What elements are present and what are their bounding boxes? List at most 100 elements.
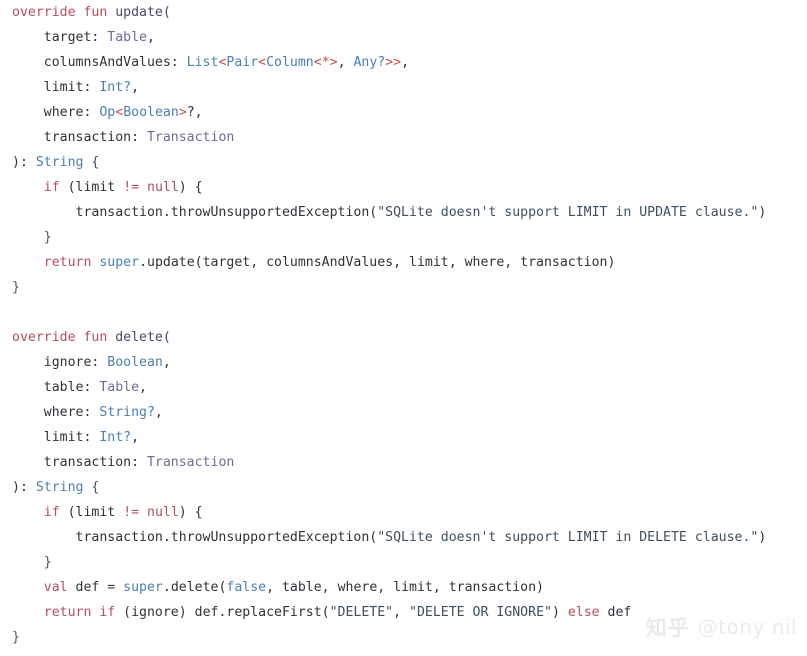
code-line: limit: Int?, [0,425,807,450]
code-line: return super.update(target, columnsAndVa… [0,250,807,275]
code-token: Any? [353,55,386,70]
code-token: null [147,180,179,195]
code-token: } [12,630,20,645]
code-token: "SQLite doesn't support LIMIT in DELETE … [377,530,759,545]
code-line: where: Op<Boolean>?, [0,100,807,125]
code-token: , [337,55,354,70]
code-line: transaction.throwUnsupportedException("S… [0,525,807,550]
code-token: transaction.throwUnsupportedException( [12,530,378,545]
code-token: table: [12,380,100,395]
code-token: Transaction [146,130,235,145]
code-token: "SQLite doesn't support LIMIT in UPDATE … [377,205,759,220]
code-line: override fun update( [0,0,807,25]
code-token: override fun [12,330,116,345]
code-line: } [0,625,807,650]
code-token: transaction: [12,130,147,145]
code-token: String [35,480,84,495]
code-token: Column [266,55,314,70]
code-token: , [146,30,155,45]
code-line: if (limit != null) { [0,175,807,200]
code-line: override fun delete( [0,325,807,350]
code-token: update( [115,5,171,20]
code-token: Int? [99,80,132,95]
code-line [0,300,807,325]
code-line: transaction: Transaction [0,125,807,150]
code-snippet-viewer: override fun update( target: Table, colu… [0,0,807,656]
code-line: if (limit != null) { [0,500,807,525]
code-token: .delete( [162,580,227,595]
code-line: target: Table, [0,25,807,50]
code-line: ): String { [0,150,807,175]
code-line: } [0,225,807,250]
code-lines-container: override fun update( target: Table, colu… [0,0,807,650]
code-token: , [131,80,140,95]
code-token: null [147,505,179,520]
code-token: where: [12,405,100,420]
code-token: { [83,155,100,170]
code-line: ignore: Boolean, [0,350,807,375]
code-line: limit: Int?, [0,75,807,100]
code-token: ) { [178,505,203,520]
code-token: } [12,555,52,570]
code-token: ) [758,530,767,545]
code-token: false [226,580,267,595]
code-line: table: Table, [0,375,807,400]
code-token: ) [551,605,568,620]
code-token: ignore: [12,355,108,370]
code-line: columnsAndValues: List<Pair<Column<*>, A… [0,50,807,75]
code-token: ?, [186,105,203,120]
code-token: target: [12,30,108,45]
code-token: limit: [12,80,100,95]
code-line: } [0,550,807,575]
code-token: > [178,105,187,120]
code-token: , [393,605,410,620]
code-token: ): [12,155,36,170]
code-token: ): [12,480,36,495]
code-token: Pair [226,55,259,70]
code-token: return if [43,605,116,620]
code-token: < [258,55,267,70]
code-line: transaction: Transaction [0,450,807,475]
code-token: if [43,180,60,195]
code-token: ) [758,205,767,220]
code-token: override fun [12,5,116,20]
code-token: { [83,480,100,495]
code-token: >> [385,55,402,70]
code-token: "DELETE" [329,605,394,620]
code-token: Boolean [107,355,163,370]
code-token: Table [99,380,140,395]
code-token: if [43,505,60,520]
code-line: } [0,275,807,300]
code-line: return if (ignore) def.replaceFirst("DEL… [0,600,807,625]
code-token: delete( [115,330,171,345]
code-token: != [123,505,140,520]
code-token: limit: [12,430,100,445]
code-token: (ignore) def.replaceFirst( [115,605,330,620]
code-token: } [12,230,52,245]
code-token: val [43,580,68,595]
code-token: else [567,605,600,620]
code-token: transaction: [12,455,147,470]
code-token: Table [107,30,147,45]
code-token: < [115,105,124,120]
code-token: super [123,580,163,595]
code-token: (limit [59,505,124,520]
code-token: where: [12,105,100,120]
code-token: != [123,180,140,195]
code-token: super [99,255,140,270]
code-token: String [35,155,84,170]
code-token: , [131,430,140,445]
code-token: columnsAndValues: [12,55,187,70]
code-line: transaction.throwUnsupportedException("S… [0,200,807,225]
code-token: } [12,280,20,295]
code-token: String? [99,405,155,420]
code-token: <*> [313,55,338,70]
code-token: def [599,605,632,620]
code-token: Transaction [146,455,235,470]
